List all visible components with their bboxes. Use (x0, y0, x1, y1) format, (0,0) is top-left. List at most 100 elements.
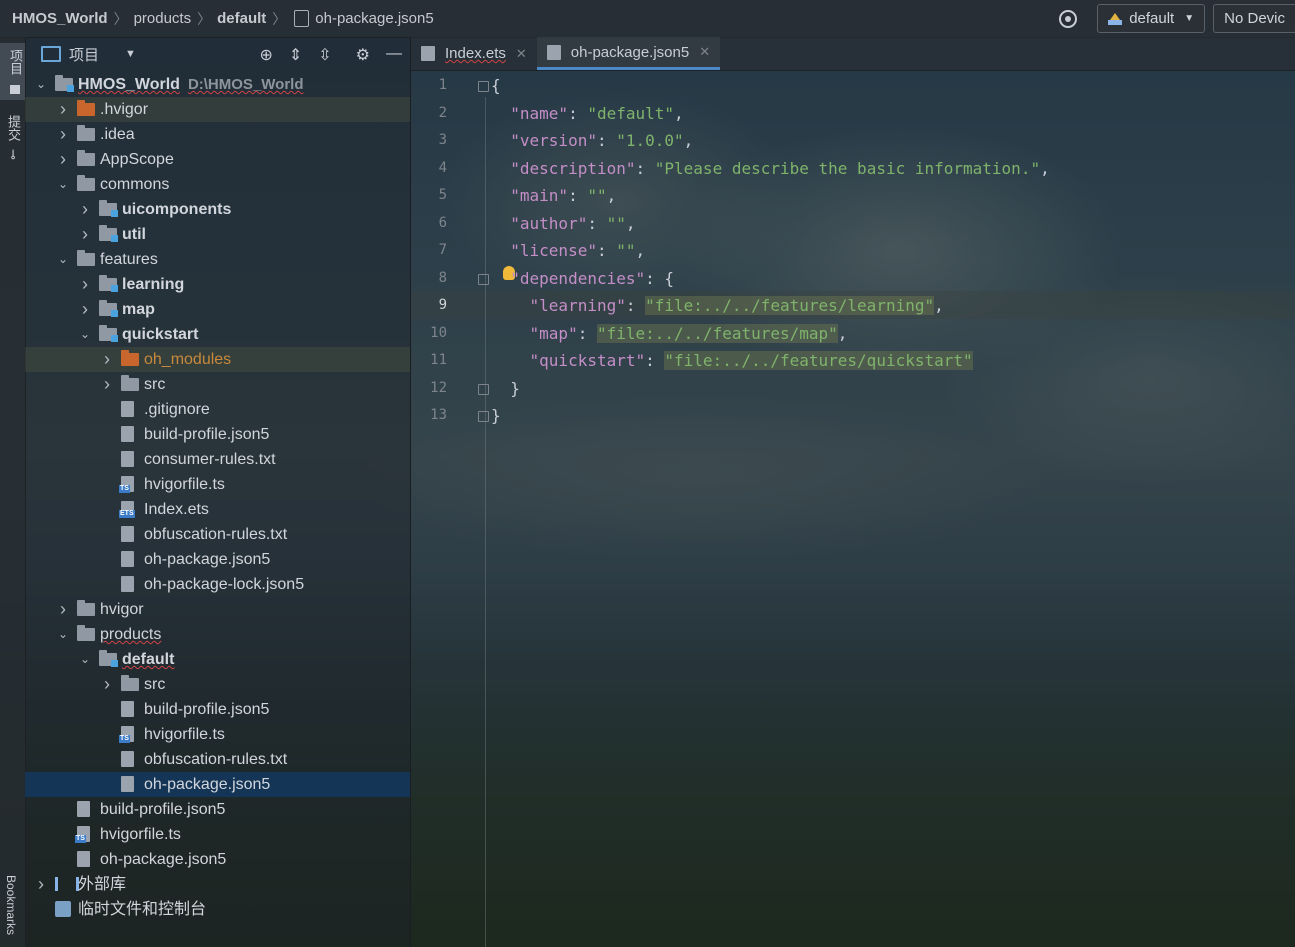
code-token: , (606, 186, 617, 205)
tree-item[interactable]: ⌄ features (25, 247, 410, 272)
tree-item[interactable]: › .hvigor (25, 97, 410, 122)
expand-all-icon[interactable]: ⇕ (289, 45, 302, 65)
chevron-down-icon[interactable]: ⌄ (79, 647, 91, 672)
commit-tool-tab[interactable]: 提交 ⊸ (4, 115, 23, 160)
chevron-down-icon[interactable]: ▼ (125, 48, 136, 60)
tree-item[interactable]: ⌄ commons (25, 172, 410, 197)
tree-item-label: oh-package-lock.json5 (144, 576, 305, 593)
fold-marker-icon[interactable] (478, 383, 489, 395)
tree-item[interactable]: consumer-rules.txt (25, 447, 410, 472)
tree-item[interactable]: hvigorfile.ts (25, 822, 410, 847)
chevron-right-icon[interactable]: › (57, 147, 69, 172)
tree-item-label: .gitignore (144, 401, 210, 418)
chevron-right-icon[interactable]: › (57, 122, 69, 147)
locate-file-icon[interactable]: ⊕ (259, 45, 272, 65)
code-line: "dependencies": { (491, 265, 674, 292)
device-target-icon[interactable] (1059, 9, 1078, 28)
tree-item[interactable]: › learning (25, 272, 410, 297)
tree-item[interactable]: ⌄ quickstart (25, 322, 410, 347)
tree-item[interactable]: › .idea (25, 122, 410, 147)
code-token: : (635, 158, 655, 178)
run-config-dropdown[interactable]: default ▼ (1097, 4, 1206, 33)
tree-item[interactable]: › 外部库 (25, 872, 410, 897)
tree-item[interactable]: ⌄ HMOS_World D:\HMOS_World (25, 72, 410, 97)
breadcrumb-item[interactable]: products (134, 10, 192, 27)
tree-item[interactable]: › hvigor (25, 597, 410, 622)
tree-item[interactable]: build-profile.json5 (25, 422, 410, 447)
tree-item-label: quickstart (122, 326, 199, 343)
chevron-right-icon[interactable]: › (101, 372, 113, 397)
chevron-right-icon[interactable]: › (101, 347, 113, 372)
chevron-down-icon[interactable]: ⌄ (79, 322, 91, 347)
chevron-right-icon[interactable]: › (57, 597, 69, 622)
device-dropdown[interactable]: No Devic (1213, 4, 1295, 33)
tree-item[interactable]: build-profile.json5 (25, 697, 410, 722)
project-tool-tab[interactable]: 项目 (0, 43, 25, 100)
bookmarks-tool-tab[interactable]: Bookmarks (4, 875, 18, 935)
line-number: 4 (438, 159, 447, 176)
code-token: "file:../../features/quickstart" (664, 351, 973, 370)
library-icon (55, 877, 79, 891)
tree-item-label: Index.ets (144, 501, 209, 518)
chevron-down-icon[interactable]: ⌄ (57, 247, 69, 272)
tree-item[interactable]: build-profile.json5 (25, 797, 410, 822)
fold-marker-icon[interactable] (478, 411, 489, 422)
tree-item-label: oh-package.json5 (100, 851, 227, 868)
tab-label: oh-package.json5 (570, 43, 690, 61)
project-tab-label: 项目 (8, 49, 23, 75)
tree-item-label: hvigorfile.ts (100, 826, 181, 843)
tree-item[interactable]: .gitignore (25, 397, 410, 422)
close-icon[interactable]: ✕ (516, 46, 527, 62)
tree-item[interactable]: Index.ets (25, 497, 410, 522)
chevron-right-icon[interactable]: › (79, 272, 91, 297)
chevron-right-icon[interactable]: › (101, 672, 113, 697)
collapse-all-icon[interactable]: ⇳ (318, 45, 331, 65)
file-icon (121, 576, 134, 592)
chevron-down-icon: ▼ (1184, 13, 1195, 24)
tree-item[interactable]: ⌄ default (25, 647, 410, 672)
tab-index-ets[interactable]: Index.ets ✕ (411, 37, 537, 70)
breadcrumb-item[interactable]: HMOS_World (12, 10, 108, 27)
project-panel-title[interactable]: 项目 (69, 44, 99, 65)
breadcrumb-separator-icon: 〉 (113, 10, 128, 27)
module-config-icon (1108, 12, 1123, 25)
breadcrumb-item[interactable]: oh-package.json5 (315, 10, 433, 27)
tree-item[interactable]: oh-package-lock.json5 (25, 572, 410, 597)
close-icon[interactable]: ✕ (699, 44, 710, 60)
tab-oh-package-json5[interactable]: oh-package.json5 ✕ (536, 37, 721, 70)
tree-item[interactable]: 临时文件和控制台 (25, 897, 410, 922)
tree-item[interactable]: ⌄ products (25, 622, 410, 647)
chevron-right-icon[interactable]: › (79, 222, 91, 247)
hide-panel-icon[interactable]: — (386, 45, 402, 65)
chevron-right-icon[interactable]: › (79, 197, 91, 222)
tree-item[interactable]: › src (25, 372, 410, 397)
tree-item[interactable]: obfuscation-rules.txt (25, 522, 410, 547)
fold-marker-icon[interactable] (478, 273, 489, 285)
tree-item[interactable]: › uicomponents (25, 197, 410, 222)
chevron-down-icon[interactable]: ⌄ (35, 72, 47, 97)
tree-item[interactable]: › AppScope (25, 147, 410, 172)
code-token: "file:../../features/learning" (645, 296, 935, 315)
chevron-right-icon[interactable]: › (57, 97, 69, 122)
chevron-down-icon[interactable]: ⌄ (57, 622, 69, 647)
breadcrumb-item[interactable]: default (217, 10, 266, 27)
code-token: : (568, 186, 588, 205)
gear-icon[interactable]: ⚙ (356, 45, 370, 65)
tree-item[interactable]: › oh_modules (25, 347, 410, 372)
tree-item[interactable]: hvigorfile.ts (25, 472, 410, 497)
tree-item[interactable]: › util (25, 222, 410, 247)
tree-item[interactable]: oh-package.json5 (25, 547, 410, 572)
code-token: : (577, 323, 597, 343)
chevron-down-icon[interactable]: ⌄ (57, 172, 69, 197)
chevron-right-icon[interactable]: › (35, 872, 47, 897)
tree-item[interactable]: oh-package.json5 (25, 772, 410, 797)
chevron-right-icon[interactable]: › (79, 297, 91, 322)
tree-item[interactable]: oh-package.json5 (25, 847, 410, 872)
tree-item[interactable]: obfuscation-rules.txt (25, 747, 410, 772)
tree-item-label: AppScope (100, 151, 174, 168)
tree-item[interactable]: hvigorfile.ts (25, 722, 410, 747)
tree-item[interactable]: › src (25, 672, 410, 697)
tree-item[interactable]: › map (25, 297, 410, 322)
line-number: 7 (438, 242, 447, 258)
fold-marker-icon[interactable] (478, 81, 489, 92)
